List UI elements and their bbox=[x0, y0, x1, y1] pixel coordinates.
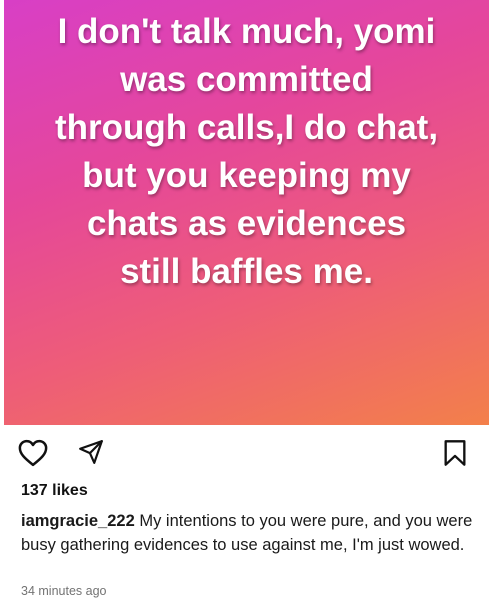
post-timestamp: 34 minutes ago bbox=[21, 584, 107, 598]
post-action-bar bbox=[0, 425, 491, 475]
caption-username[interactable]: iamgracie_222 bbox=[21, 512, 135, 530]
bookmark-icon[interactable] bbox=[442, 439, 468, 472]
post-image-text: I don't talk much, yomi was committed th… bbox=[54, 12, 439, 291]
send-icon[interactable] bbox=[78, 439, 104, 470]
post-caption: iamgracie_222 My intentions to you were … bbox=[21, 509, 477, 557]
post-image[interactable]: I don't talk much, yomi was committed th… bbox=[4, 0, 489, 425]
heart-icon[interactable] bbox=[18, 439, 48, 472]
likes-count[interactable]: 137 likes bbox=[21, 482, 88, 500]
